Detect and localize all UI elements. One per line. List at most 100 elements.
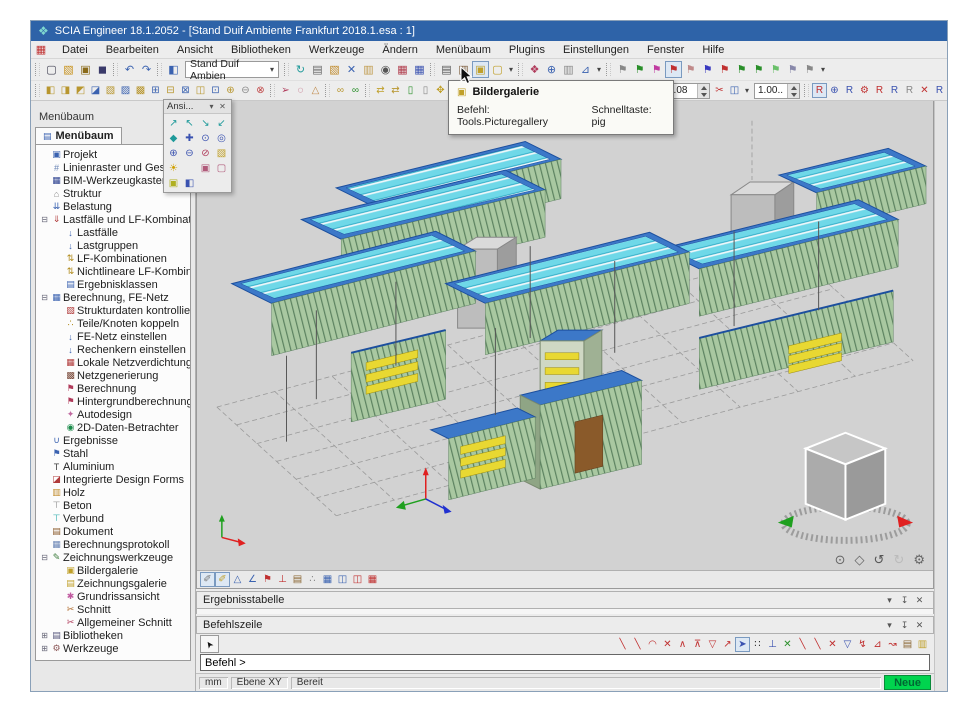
view-flag-5-icon[interactable]: ⚑: [682, 61, 699, 78]
midpoint-snap-icon[interactable]: ╲: [630, 637, 645, 652]
arc-snap-icon[interactable]: ◠: [645, 637, 660, 652]
redo-icon[interactable]: ↷: [138, 61, 155, 78]
display-tool-10-icon[interactable]: ⊠: [178, 83, 193, 98]
tab-menubaum[interactable]: ▤ Menübaum: [35, 127, 122, 144]
tree-strukturdaten-kontrollieren[interactable]: ▧ Strukturdaten kontrollieren: [36, 304, 190, 317]
light-icon[interactable]: ☀: [166, 161, 181, 175]
tree-aluminium[interactable]: T Aluminium: [36, 460, 190, 473]
view-params2-icon[interactable]: ◫: [350, 572, 365, 587]
tree-expander-icon[interactable]: ⊟: [39, 293, 50, 302]
mdi-window-icon[interactable]: ▦: [33, 43, 49, 56]
flags-more-icon[interactable]: ▾: [818, 61, 828, 78]
tree-netzgenerierung[interactable]: ▩ Netzgenerierung: [36, 369, 190, 382]
view-more-icon[interactable]: ▾: [742, 83, 752, 98]
display-tool-7-icon[interactable]: ▩: [133, 83, 148, 98]
close-icon[interactable]: ✕: [217, 102, 228, 111]
tree-schnitt[interactable]: ✂ Schnitt: [36, 603, 190, 616]
results-5-icon[interactable]: R: [872, 83, 887, 98]
tree-lastfaelle-lf-kombinationen[interactable]: ⊟ ⇓ Lastfälle und LF-Kombinationen: [36, 213, 190, 226]
toolbar-grip[interactable]: [270, 84, 275, 97]
pin-icon[interactable]: ↧: [897, 595, 912, 606]
move-icon[interactable]: ⇄: [373, 83, 388, 98]
view-palette-titlebar[interactable]: Ansi... ▾ ✕: [164, 100, 231, 114]
ortho-icon[interactable]: ⊥: [765, 637, 780, 652]
tree-verbund[interactable]: ⊤ Verbund: [36, 512, 190, 525]
tree-expander-icon[interactable]: ⊞: [39, 631, 50, 640]
save-icon[interactable]: ◼: [94, 61, 111, 78]
member2-icon[interactable]: ▯: [418, 83, 433, 98]
tree-bildergalerie[interactable]: ▣ Bildergalerie: [36, 564, 190, 577]
tree-ergebnisklassen[interactable]: ▤ Ergebnisklassen: [36, 278, 190, 291]
layers-icon[interactable]: ▤: [900, 637, 915, 652]
ucs-icon[interactable]: ⊿: [577, 61, 594, 78]
new-window-icon[interactable]: ◧: [165, 61, 182, 78]
tree-nichtlineare-lf-kombinationen[interactable]: ⇅ Nichtlineare LF-Kombinationen: [36, 265, 190, 278]
menu-fenster[interactable]: Fenster: [638, 44, 693, 56]
tree-lokale-netzverdichtung[interactable]: ▦ Lokale Netzverdichtung: [36, 356, 190, 369]
zig-snap-icon[interactable]: ↯: [855, 637, 870, 652]
render-icon[interactable]: ▤: [290, 572, 305, 587]
menu-aendern[interactable]: Ändern: [373, 44, 426, 56]
title-bar[interactable]: ❖ SCIA Engineer 18.1.2052 - [Stand Duif …: [31, 21, 947, 41]
toolbar-grip[interactable]: [35, 63, 40, 76]
load-display-icon[interactable]: ∠: [245, 572, 260, 587]
extension-snap-icon[interactable]: ↗: [720, 637, 735, 652]
chevron-down-icon[interactable]: ▾: [206, 102, 217, 111]
tree-zeichnungswerkzeuge[interactable]: ⊟ ✎ Zeichnungswerkzeuge: [36, 551, 190, 564]
results-7-icon[interactable]: R: [902, 83, 917, 98]
toolbar-grip[interactable]: [284, 63, 289, 76]
display-tool-1-icon[interactable]: ◧: [43, 83, 58, 98]
model-canvas[interactable]: ⊙ ◇ ↺ ↻ ⚙: [197, 101, 933, 570]
view-settings-icon[interactable]: ⚙: [913, 552, 925, 568]
lasso-icon[interactable]: ◌: [293, 83, 308, 98]
axo-icon[interactable]: △: [230, 572, 245, 587]
results-9-icon[interactable]: R: [932, 83, 947, 98]
angle-icon[interactable]: ✂: [712, 83, 727, 98]
table-input-icon[interactable]: ▦: [411, 61, 428, 78]
nav-cube[interactable]: [778, 433, 913, 541]
zoom-window-icon[interactable]: ⊙: [198, 131, 213, 145]
member-icon[interactable]: ▯: [403, 83, 418, 98]
spinner-buttons[interactable]: [787, 84, 799, 98]
view-dir-3-icon[interactable]: ↘: [198, 116, 213, 130]
undo-icon[interactable]: ↶: [121, 61, 138, 78]
camera-icon[interactable]: ▣: [198, 161, 213, 175]
toolbar-grip[interactable]: [430, 63, 435, 76]
menu-plugins[interactable]: Plugins: [500, 44, 554, 56]
view-flag-9-icon[interactable]: ⚑: [750, 61, 767, 78]
tree-rechenkern-einstellen[interactable]: ↓ Rechenkern einstellen: [36, 343, 190, 356]
view-dir-1-icon[interactable]: ↗: [166, 116, 181, 130]
menu-ansicht[interactable]: Ansicht: [168, 44, 222, 56]
tree-expander-icon[interactable]: ⊞: [39, 644, 50, 653]
endpoint-snap-icon[interactable]: ╲: [615, 637, 630, 652]
tree-lf-kombinationen[interactable]: ⇅ LF-Kombinationen: [36, 252, 190, 265]
tree-autodesign[interactable]: ✦ Autodesign: [36, 408, 190, 421]
toolbar-grip[interactable]: [804, 84, 809, 97]
preview-icon[interactable]: ▥: [455, 61, 472, 78]
close-icon[interactable]: ✕: [912, 595, 927, 606]
tri-snap-icon[interactable]: ▽: [840, 637, 855, 652]
tree-stahl[interactable]: ⚑ Stahl: [36, 447, 190, 460]
menu-bearbeiten[interactable]: Bearbeiten: [97, 44, 168, 56]
perp-snap-icon[interactable]: ⊼: [690, 637, 705, 652]
view-flag-11-icon[interactable]: ⚑: [784, 61, 801, 78]
display-tool-4-icon[interactable]: ◪: [88, 83, 103, 98]
tree-lastfaelle[interactable]: ↓ Lastfälle: [36, 226, 190, 239]
rotate-disabled-icon[interactable]: ↻: [893, 552, 904, 568]
results-1-icon[interactable]: R: [812, 83, 827, 98]
angle-snap-icon[interactable]: ⊿: [870, 637, 885, 652]
copy-icon[interactable]: ⇄: [388, 83, 403, 98]
display-tool-8-icon[interactable]: ⊞: [148, 83, 163, 98]
chevron-down-icon[interactable]: ▾: [882, 595, 897, 606]
document-gallery-icon[interactable]: ▢: [489, 61, 506, 78]
print-icon[interactable]: ▤: [438, 61, 455, 78]
display-tool-15-icon[interactable]: ⊗: [253, 83, 268, 98]
tree-berechnung[interactable]: ⚑ Berechnung: [36, 382, 190, 395]
tree-grundrissansicht[interactable]: ✱ Grundrissansicht: [36, 590, 190, 603]
close-icon[interactable]: ✕: [912, 620, 927, 631]
iso-cube-icon[interactable]: ◇: [855, 552, 865, 568]
zoom-out-icon[interactable]: ⊖: [182, 146, 197, 160]
tree-dokument[interactable]: ▤ Dokument: [36, 525, 190, 538]
tree-expander-icon[interactable]: ⊟: [39, 215, 50, 224]
tree-berechnung-fe-netz[interactable]: ⊟ ▦ Berechnung, FE-Netz: [36, 291, 190, 304]
